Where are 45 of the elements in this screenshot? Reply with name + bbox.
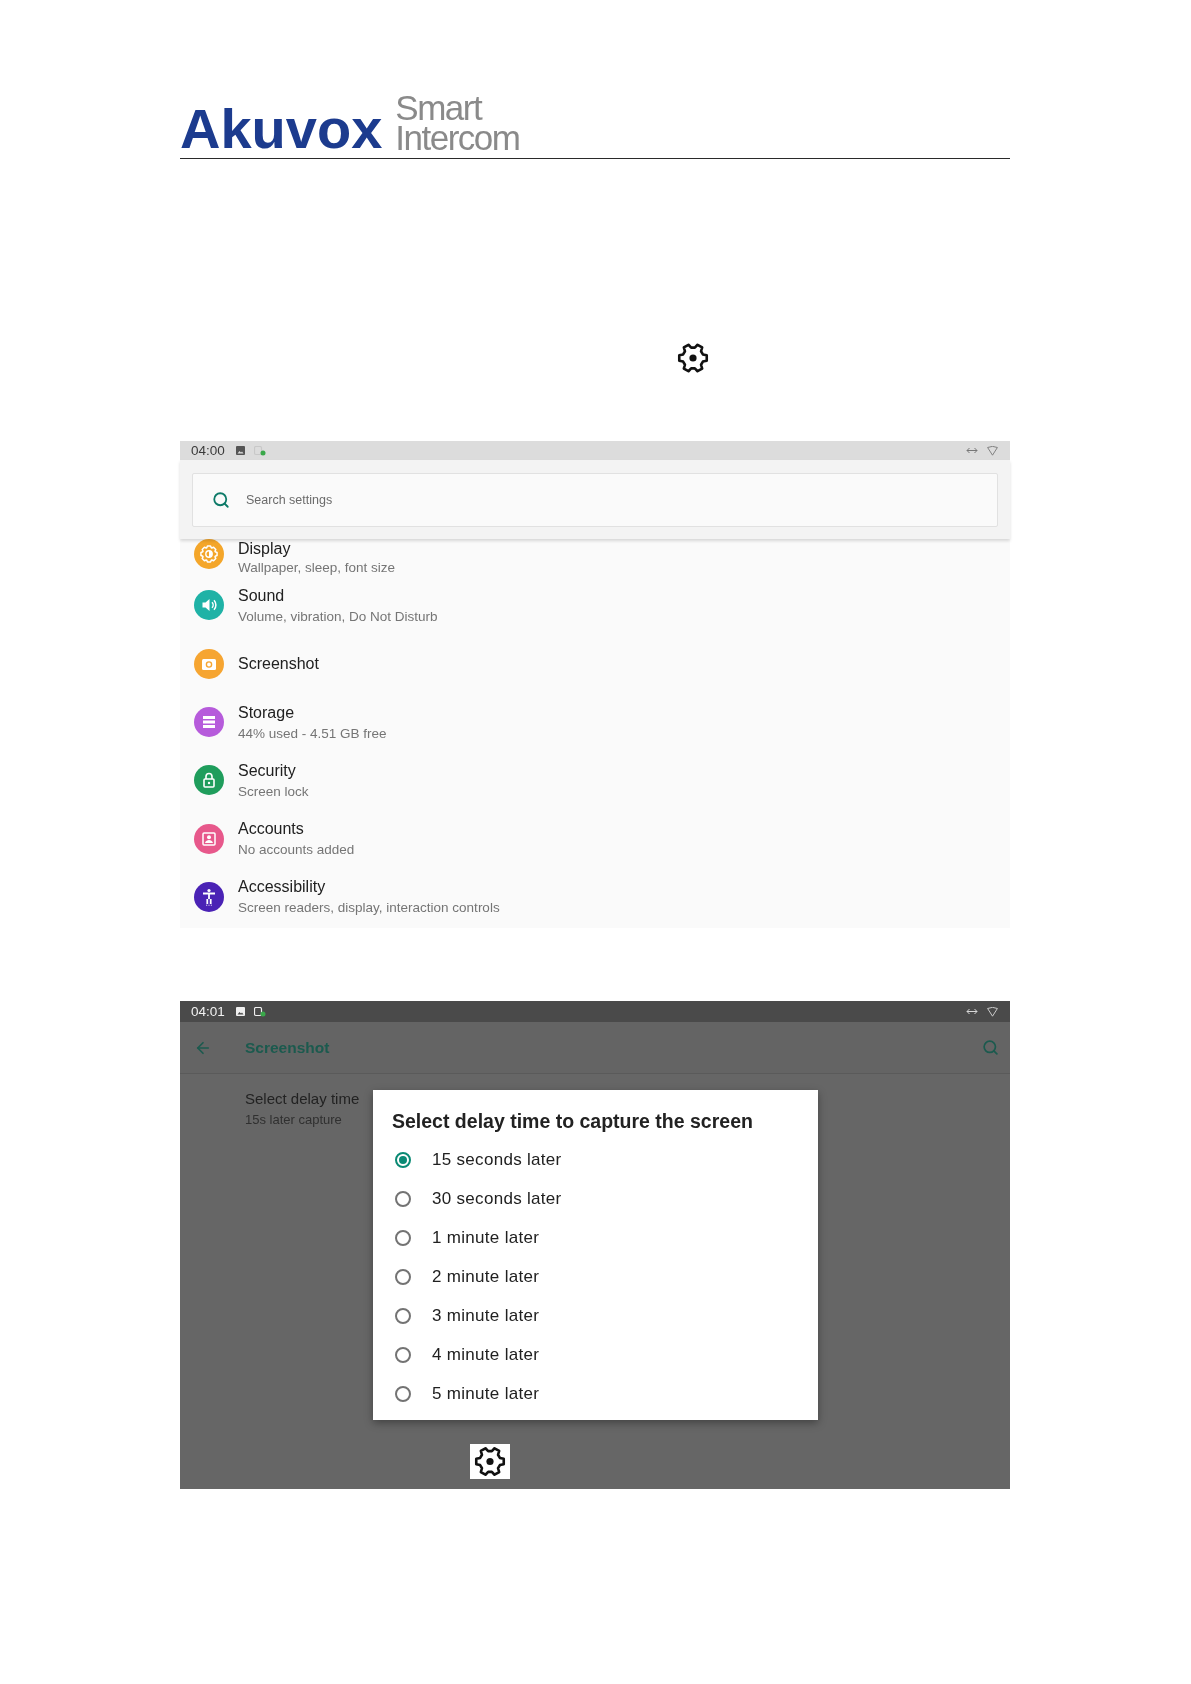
option-label[interactable]: 4 minute later (432, 1344, 540, 1365)
radio-button[interactable] (395, 1346, 411, 1363)
setting-summary: No accounts added (238, 841, 355, 859)
radio-button[interactable] (395, 1190, 411, 1207)
search-icon (212, 491, 230, 509)
option-label[interactable]: 15 seconds later (432, 1149, 562, 1170)
radio-button[interactable] (395, 1385, 411, 1402)
status-time: 04:01 (191, 1004, 225, 1019)
option-label[interactable]: 1 minute later (432, 1227, 540, 1248)
wifi-icon (987, 445, 998, 456)
option-label[interactable]: 30 seconds later (432, 1188, 562, 1209)
setting-title[interactable]: Storage (238, 702, 295, 722)
setting-summary: Screen lock (238, 782, 309, 800)
app-bar-title: Screenshot (245, 1038, 330, 1057)
setting-summary: Wallpaper, sleep, font size (238, 559, 396, 577)
picture-icon (235, 1007, 245, 1016)
gear-icon (470, 1444, 510, 1479)
brand-wordmark: Akuvox (180, 101, 383, 157)
brand-tagline: Smart Intercom (395, 93, 521, 153)
search-field[interactable]: Search settings (192, 473, 998, 527)
radio-button[interactable] (395, 1229, 411, 1246)
gear-icon (676, 341, 710, 375)
double-arrow-icon (966, 447, 978, 454)
setting-title[interactable]: Sound (238, 585, 285, 605)
radio-button[interactable] (395, 1151, 411, 1168)
option-label[interactable]: 2 minute later (432, 1266, 540, 1287)
picture-icon (235, 446, 245, 455)
setting-title[interactable]: Screenshot (238, 654, 319, 674)
wifi-icon (987, 1006, 998, 1017)
status-time: 04:00 (191, 443, 225, 458)
setting-title[interactable]: Display (238, 539, 291, 559)
radio-button[interactable] (395, 1307, 411, 1324)
radio-button[interactable] (395, 1268, 411, 1285)
notification-icon (253, 1006, 266, 1017)
setting-title[interactable]: Accessibility (238, 877, 326, 897)
setting-summary: Volume, vibration, Do Not Disturb (238, 607, 438, 625)
notification-icon (253, 445, 266, 456)
setting-summary: 44% used - 4.51 GB free (238, 724, 387, 742)
setting-title[interactable]: Accounts (238, 819, 304, 839)
dialog-title: Select delay time to capture the screen (391, 1109, 754, 1133)
option-label[interactable]: 3 minute later (432, 1305, 540, 1326)
setting-title[interactable]: Security (238, 760, 296, 780)
option-label[interactable]: 5 minute later (432, 1383, 540, 1404)
double-arrow-icon (966, 1008, 978, 1015)
setting-summary: Screen readers, display, interaction controls (238, 899, 500, 917)
